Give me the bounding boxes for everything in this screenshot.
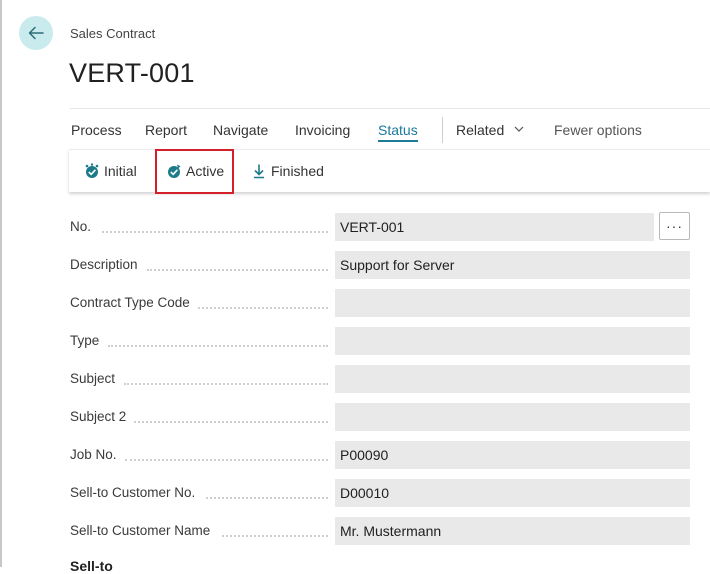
field-contract-type-code-label: Contract Type Code — [70, 295, 190, 310]
action-separator — [442, 117, 443, 143]
action-report[interactable]: Report — [145, 122, 187, 138]
status-active-label: Active — [186, 163, 225, 179]
field-contract-type-code-input[interactable] — [335, 289, 690, 317]
action-related-label: Related — [456, 122, 505, 138]
status-active-button[interactable]: Active — [166, 163, 224, 179]
status-initial-button[interactable]: Initial — [84, 163, 137, 179]
leader-dots — [108, 345, 328, 347]
window-edge — [0, 0, 2, 567]
action-status-label: Status — [378, 122, 418, 138]
field-no-input[interactable]: VERT-001 — [335, 213, 654, 241]
leader-dots — [102, 231, 328, 233]
field-job-no-label: Job No. — [70, 447, 117, 462]
leader-dots — [206, 497, 328, 499]
field-subject-2: Subject 2 — [70, 403, 690, 431]
field-subject: Subject — [70, 365, 690, 393]
action-invoicing[interactable]: Invoicing — [295, 122, 350, 138]
field-job-no-input[interactable]: P00090 — [335, 441, 690, 469]
arrow-left-icon — [28, 26, 44, 40]
download-arrow-icon — [254, 164, 264, 179]
action-fewer-options[interactable]: Fewer options — [554, 122, 642, 138]
field-job-no: Job No. P00090 — [70, 441, 690, 469]
action-related[interactable]: Related — [456, 122, 524, 138]
chevron-down-icon — [514, 126, 524, 132]
action-navigate[interactable]: Navigate — [213, 122, 268, 138]
field-subject-2-input[interactable] — [335, 403, 690, 431]
leader-dots — [198, 307, 328, 309]
field-subject-input[interactable] — [335, 365, 690, 393]
field-contract-type-code: Contract Type Code — [70, 289, 690, 317]
field-subject-2-label: Subject 2 — [70, 409, 127, 424]
field-no-label: No. — [70, 219, 92, 234]
field-sell-to-customer-no: Sell-to Customer No. D00010 — [70, 479, 690, 507]
leader-dots — [125, 459, 328, 461]
leader-dots — [147, 269, 328, 271]
field-description: Description Support for Server — [70, 251, 690, 279]
field-sell-to-customer-no-label: Sell-to Customer No. — [70, 485, 196, 500]
field-sell-to-customer-name-label: Sell-to Customer Name — [70, 523, 211, 538]
leader-dots — [124, 383, 328, 385]
field-subject-label: Subject — [70, 371, 116, 386]
action-process[interactable]: Process — [71, 122, 122, 138]
field-type-input[interactable] — [335, 327, 690, 355]
leader-dots — [222, 535, 328, 537]
field-sell-to-customer-no-input[interactable]: D00010 — [335, 479, 690, 507]
breadcrumb: Sales Contract — [70, 26, 156, 41]
status-initial-label: Initial — [104, 163, 137, 179]
field-description-input[interactable]: Support for Server — [335, 251, 690, 279]
status-subbar: Initial Active Finished — [69, 149, 710, 192]
page-title: VERT-001 — [69, 58, 195, 88]
status-finished-button[interactable]: Finished — [251, 163, 324, 179]
field-type-label: Type — [70, 333, 100, 348]
field-type: Type — [70, 327, 690, 355]
field-sell-to-customer-name: Sell-to Customer Name Mr. Mustermann — [70, 517, 690, 545]
no-lookup-button[interactable]: ··· — [659, 212, 690, 240]
leader-dots — [134, 421, 328, 423]
status-initial-icon — [85, 163, 99, 178]
field-description-label: Description — [70, 257, 138, 272]
action-status[interactable]: Status — [378, 122, 418, 142]
field-sell-to-customer-name-input[interactable]: Mr. Mustermann — [335, 517, 690, 545]
action-bar: Process Report Navigate Invoicing Status… — [70, 108, 710, 149]
status-finished-label: Finished — [271, 163, 324, 179]
field-no: No. VERT-001 — [70, 213, 690, 241]
active-tab-underline — [378, 140, 418, 142]
status-active-icon — [168, 164, 181, 178]
back-button[interactable] — [19, 16, 53, 50]
section-sell-to-heading: Sell-to — [70, 558, 113, 574]
